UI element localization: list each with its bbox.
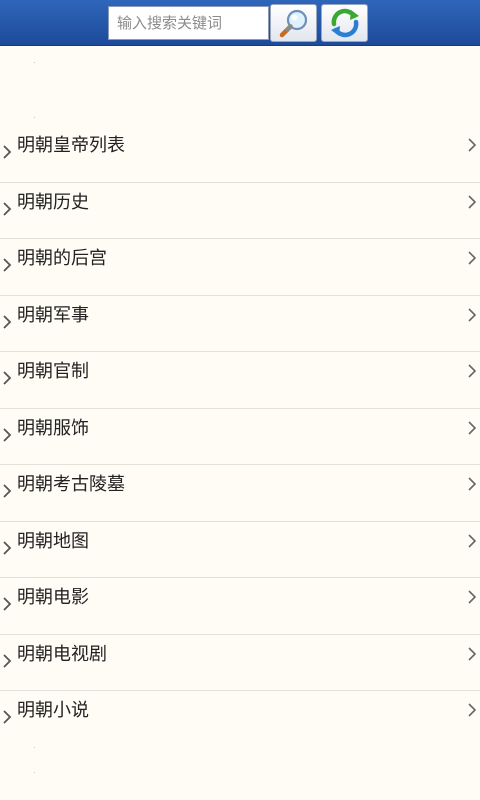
chevron-right-icon: [3, 258, 12, 272]
refresh-icon: [330, 8, 359, 38]
list-item[interactable]: 明朝小说: [0, 691, 480, 748]
list-item-label: 明朝服饰: [17, 417, 89, 439]
chevron-right-icon: [468, 703, 477, 717]
list-item-label: 明朝电视剧: [17, 643, 107, 665]
chevron-right-icon: [3, 540, 12, 555]
search-input[interactable]: [108, 6, 269, 40]
list-item-label: 明朝小说: [17, 700, 89, 721]
list-item[interactable]: 明朝官制: [0, 352, 480, 409]
list-item[interactable]: 明朝皇帝列表: [0, 126, 480, 183]
list-item-label: 明朝军事: [17, 304, 89, 326]
chevron-right-icon: [468, 307, 477, 322]
list-item[interactable]: 明朝服饰: [0, 409, 480, 465]
chevron-right-icon: [3, 371, 12, 385]
decor-dot: [34, 117, 35, 118]
list-item-label: 明朝皇帝列表: [17, 135, 125, 156]
magnifier-icon: [279, 9, 307, 38]
chevron-right-icon: [3, 145, 12, 159]
chevron-right-icon: [468, 364, 477, 378]
chevron-right-icon: [3, 597, 12, 611]
chevron-right-icon: [468, 477, 477, 491]
list-item[interactable]: 明朝军事: [0, 296, 480, 352]
search-button[interactable]: [270, 4, 317, 42]
menu-list: 明朝皇帝列表 明朝历史 明朝的后宫 明朝军事 明朝官制 明朝服饰 明朝考古陵墓 …: [0, 126, 480, 748]
list-item[interactable]: 明朝历史: [0, 183, 480, 239]
list-item-label: 明朝官制: [17, 361, 89, 382]
chevron-right-icon: [468, 251, 477, 265]
chevron-right-icon: [468, 646, 477, 661]
list-item-label: 明朝地图: [17, 530, 89, 552]
list-item[interactable]: 明朝电视剧: [0, 635, 480, 691]
chevron-right-icon: [3, 484, 12, 498]
chevron-right-icon: [3, 314, 12, 329]
decor-dot: [34, 747, 35, 748]
list-item[interactable]: 明朝的后宫: [0, 239, 480, 296]
chevron-right-icon: [3, 201, 12, 216]
list-item-label: 明朝电影: [17, 587, 89, 608]
chevron-right-icon: [468, 138, 477, 152]
chevron-right-icon: [468, 533, 477, 548]
list-item-label: 明朝历史: [17, 191, 89, 213]
refresh-button[interactable]: [321, 4, 368, 42]
list-item[interactable]: 明朝电影: [0, 578, 480, 635]
top-bar: [0, 0, 480, 46]
list-item-label: 明朝考古陵墓: [17, 474, 125, 495]
decor-dot: [34, 772, 35, 773]
chevron-right-icon: [3, 427, 12, 442]
decor-dot: [34, 62, 35, 63]
chevron-right-icon: [3, 653, 12, 668]
list-item[interactable]: 明朝地图: [0, 522, 480, 578]
chevron-right-icon: [468, 194, 477, 209]
chevron-right-icon: [468, 420, 477, 435]
chevron-right-icon: [468, 590, 477, 604]
chevron-right-icon: [3, 710, 12, 724]
list-item-label: 明朝的后宫: [17, 248, 107, 269]
list-item[interactable]: 明朝考古陵墓: [0, 465, 480, 522]
